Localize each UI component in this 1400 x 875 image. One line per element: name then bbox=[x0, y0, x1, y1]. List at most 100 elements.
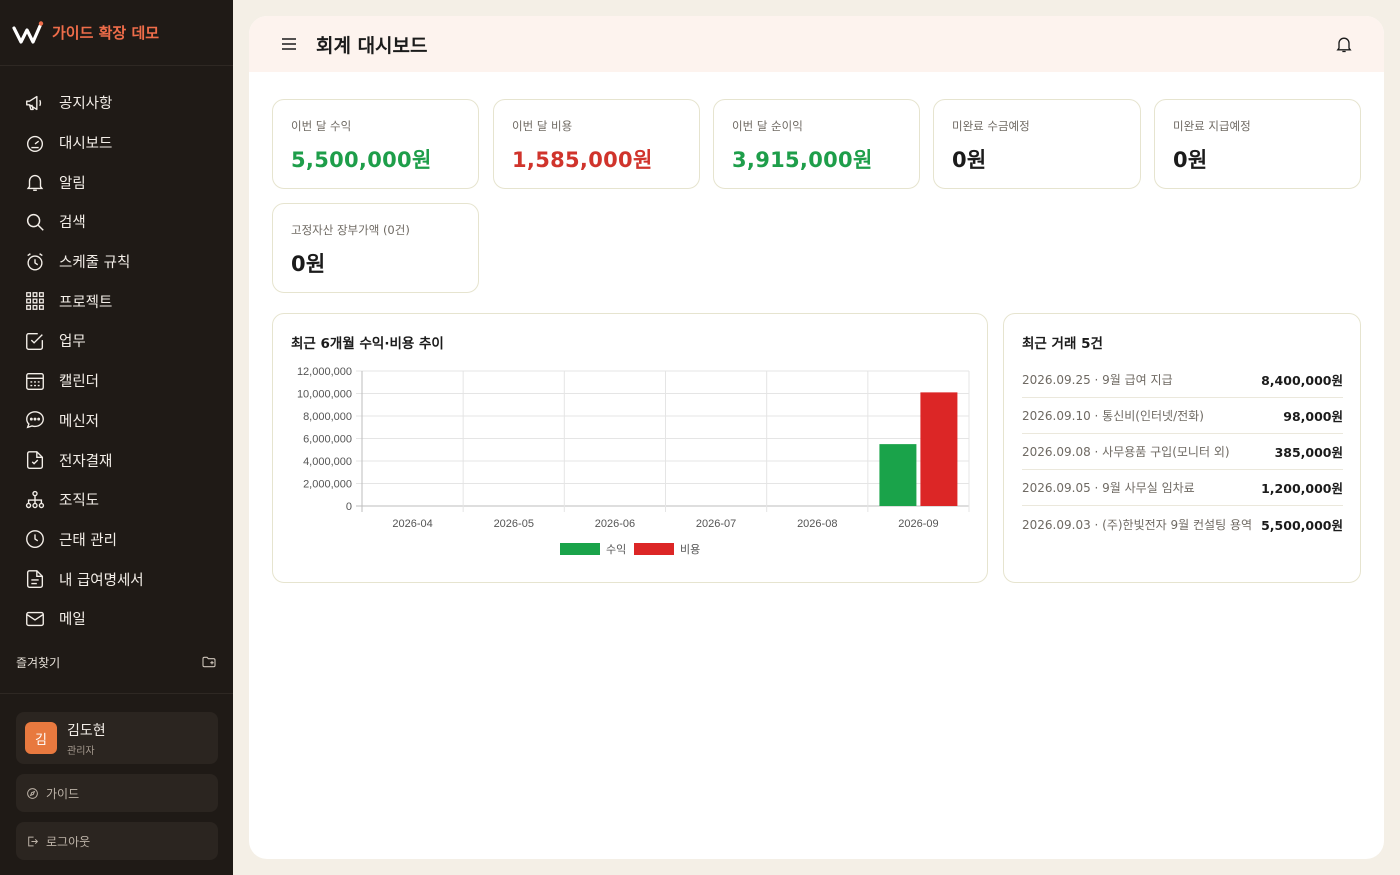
transaction-row[interactable]: 2026.09.03 · (주)한빛전자 9월 컨설팅 용역 5,500,000… bbox=[1022, 506, 1343, 542]
transaction-amount: 1,200,000원 bbox=[1261, 481, 1343, 496]
user-info: 김도현 관리자 bbox=[67, 720, 106, 757]
stat-card-expense: 이번 달 비용 1,585,000원 bbox=[493, 99, 700, 189]
stat-label: 이번 달 비용 bbox=[512, 119, 573, 133]
sidebar-item-search[interactable]: 검색 bbox=[0, 202, 233, 242]
x-tick-label: 2026-08 bbox=[797, 518, 837, 530]
sidebar-item-payslip[interactable]: 내 급여명세서 bbox=[0, 559, 233, 599]
transaction-row[interactable]: 2026.09.08 · 사무용품 구입(모니터 외) 385,000원 bbox=[1022, 434, 1343, 470]
sidebar-item-calendar[interactable]: 캘린더 bbox=[0, 361, 233, 401]
brand[interactable]: 가이드 확장 데모 bbox=[0, 0, 233, 66]
sidebar-item-messenger[interactable]: 메신저 bbox=[0, 401, 233, 441]
stat-label: 고정자산 장부가액 (0건) bbox=[291, 223, 410, 237]
guide-button[interactable]: 가이드 bbox=[16, 774, 218, 812]
sidebar-item-label: 프로젝트 bbox=[59, 294, 113, 311]
mail-icon bbox=[26, 611, 44, 626]
stat-label: 미완료 지급예정 bbox=[1173, 119, 1251, 133]
sidebar-item-label: 검색 bbox=[59, 215, 86, 232]
sidebar-item-tasks[interactable]: 업무 bbox=[0, 321, 233, 361]
notification-bell-icon[interactable] bbox=[1334, 34, 1354, 54]
page-title: 회계 대시보드 bbox=[316, 34, 428, 57]
stat-label: 이번 달 순이익 bbox=[732, 119, 803, 133]
sidebar-item-label: 내 급여명세서 bbox=[59, 572, 144, 589]
transaction-row[interactable]: 2026.09.25 · 9월 급여 지급 8,400,000원 bbox=[1022, 362, 1343, 398]
brand-logo-icon bbox=[12, 20, 44, 44]
transaction-amount: 385,000원 bbox=[1274, 445, 1343, 460]
document-check-icon bbox=[26, 451, 44, 469]
dashboard-gauge-icon bbox=[26, 135, 44, 152]
sidebar-item-label: 메신저 bbox=[59, 413, 100, 430]
sidebar-item-label: 알림 bbox=[59, 175, 86, 192]
guide-label: 가이드 bbox=[46, 786, 80, 801]
y-tick-label: 10,000,000 bbox=[297, 389, 352, 401]
chart-card: 최근 6개월 수익·비용 추이 0 2,000,000 4,000,000 6,000… bbox=[272, 313, 988, 583]
x-tick-label: 2026-07 bbox=[696, 518, 736, 530]
y-tick-label: 0 bbox=[346, 501, 352, 513]
transaction-row[interactable]: 2026.09.05 · 9월 사무실 임차료 1,200,000원 bbox=[1022, 470, 1343, 506]
y-tick-label: 8,000,000 bbox=[303, 411, 352, 423]
favorites-label: 즐겨찾기 bbox=[16, 655, 61, 670]
top-bar: 회계 대시보드 bbox=[249, 16, 1384, 72]
sidebar-item-approval[interactable]: 전자결재 bbox=[0, 440, 233, 480]
sidebar-item-label: 전자결재 bbox=[59, 453, 113, 470]
sidebar-item-projects[interactable]: 프로젝트 bbox=[0, 281, 233, 321]
sidebar-item-label: 캘린더 bbox=[59, 374, 100, 391]
transaction-description: 2026.09.10 · 통신비(인터넷/전화) bbox=[1022, 409, 1204, 423]
sidebar-item-label: 대시보드 bbox=[59, 136, 113, 153]
stat-card-net-profit: 이번 달 순이익 3,915,000원 bbox=[713, 99, 920, 189]
stat-value: 0원 bbox=[1173, 148, 1208, 172]
stat-value: 1,585,000원 bbox=[512, 148, 653, 172]
stat-label: 미완료 수금예정 bbox=[952, 119, 1030, 133]
stat-value: 3,915,000원 bbox=[732, 148, 873, 172]
stat-value: 0원 bbox=[291, 252, 326, 276]
logout-button[interactable]: 로그아웃 bbox=[16, 822, 218, 860]
sidebar-item-label: 조직도 bbox=[59, 493, 100, 510]
sidebar-item-label: 공지사항 bbox=[59, 96, 113, 113]
hamburger-menu-icon[interactable] bbox=[280, 35, 298, 53]
sidebar-item-attendance[interactable]: 근태 관리 bbox=[0, 520, 233, 560]
legend-swatch bbox=[560, 543, 600, 555]
y-tick-label: 4,000,000 bbox=[303, 456, 352, 468]
transaction-description: 2026.09.03 · (주)한빛전자 9월 컨설팅 용역 bbox=[1022, 517, 1253, 532]
avatar: 김 bbox=[25, 722, 57, 754]
calendar-icon bbox=[26, 372, 44, 390]
sidebar-item-mail[interactable]: 메일 bbox=[0, 599, 233, 639]
search-icon bbox=[26, 213, 44, 231]
sidebar-nav: 공지사항 대시보드 알림 검색 스케줄 규칙 프로젝트 업무 캘린더 메신저 전… bbox=[0, 66, 233, 639]
sidebar-item-dashboard[interactable]: 대시보드 bbox=[0, 123, 233, 163]
transaction-amount: 8,400,000원 bbox=[1261, 373, 1343, 388]
x-tick-label: 2026-09 bbox=[898, 518, 938, 530]
sidebar-item-schedule-rules[interactable]: 스케줄 규칙 bbox=[0, 242, 233, 282]
transaction-row[interactable]: 2026.09.10 · 통신비(인터넷/전화) 98,000원 bbox=[1022, 398, 1343, 434]
user-name: 김도현 bbox=[67, 722, 106, 739]
sidebar-item-label: 업무 bbox=[59, 334, 86, 351]
sidebar-divider bbox=[0, 693, 233, 694]
grid-icon bbox=[26, 292, 44, 311]
stat-card-pending-receivable: 미완료 수금예정 0원 bbox=[933, 99, 1141, 189]
sidebar-item-notifications[interactable]: 알림 bbox=[0, 162, 233, 202]
x-tick-label: 2026-04 bbox=[392, 518, 432, 530]
recent-transactions-card: 최근 거래 5건 2026.09.25 · 9월 급여 지급 8,400,000… bbox=[1003, 313, 1361, 583]
bar-chart: 0 2,000,000 4,000,000 6,000,000 8,000,000 10,… bbox=[297, 366, 970, 556]
alarm-clock-icon bbox=[27, 252, 43, 271]
sidebar-item-org-chart[interactable]: 조직도 bbox=[0, 480, 233, 520]
transaction-amount: 98,000원 bbox=[1283, 409, 1343, 424]
logout-label: 로그아웃 bbox=[46, 834, 91, 849]
stat-card-revenue: 이번 달 수익 5,500,000원 bbox=[272, 99, 479, 189]
transaction-description: 2026.09.25 · 9월 급여 지급 bbox=[1022, 373, 1173, 387]
favorites-section: 즐겨찾기 bbox=[0, 650, 233, 674]
main-panel: 회계 대시보드 이번 달 수익 5,500,000원 이번 달 비용 1,585… bbox=[249, 16, 1384, 859]
user-profile-card[interactable]: 김 김도현 관리자 bbox=[16, 712, 218, 764]
folder-add-icon[interactable] bbox=[201, 654, 217, 670]
logout-icon bbox=[28, 836, 39, 846]
org-chart-icon bbox=[25, 490, 45, 508]
transaction-description: 2026.09.05 · 9월 사무실 임차료 bbox=[1022, 481, 1195, 495]
compass-icon bbox=[27, 787, 38, 799]
app-name: 가이드 확장 데모 bbox=[52, 24, 160, 42]
transactions-title: 최근 거래 5건 bbox=[1022, 336, 1103, 352]
stat-card-pending-payable: 미완료 지급예정 0원 bbox=[1154, 99, 1361, 189]
y-tick-label: 2,000,000 bbox=[303, 479, 352, 491]
sidebar-item-label: 메일 bbox=[59, 612, 86, 629]
megaphone-icon bbox=[26, 95, 42, 110]
y-tick-label: 6,000,000 bbox=[303, 434, 352, 446]
sidebar-item-notices[interactable]: 공지사항 bbox=[0, 83, 233, 123]
